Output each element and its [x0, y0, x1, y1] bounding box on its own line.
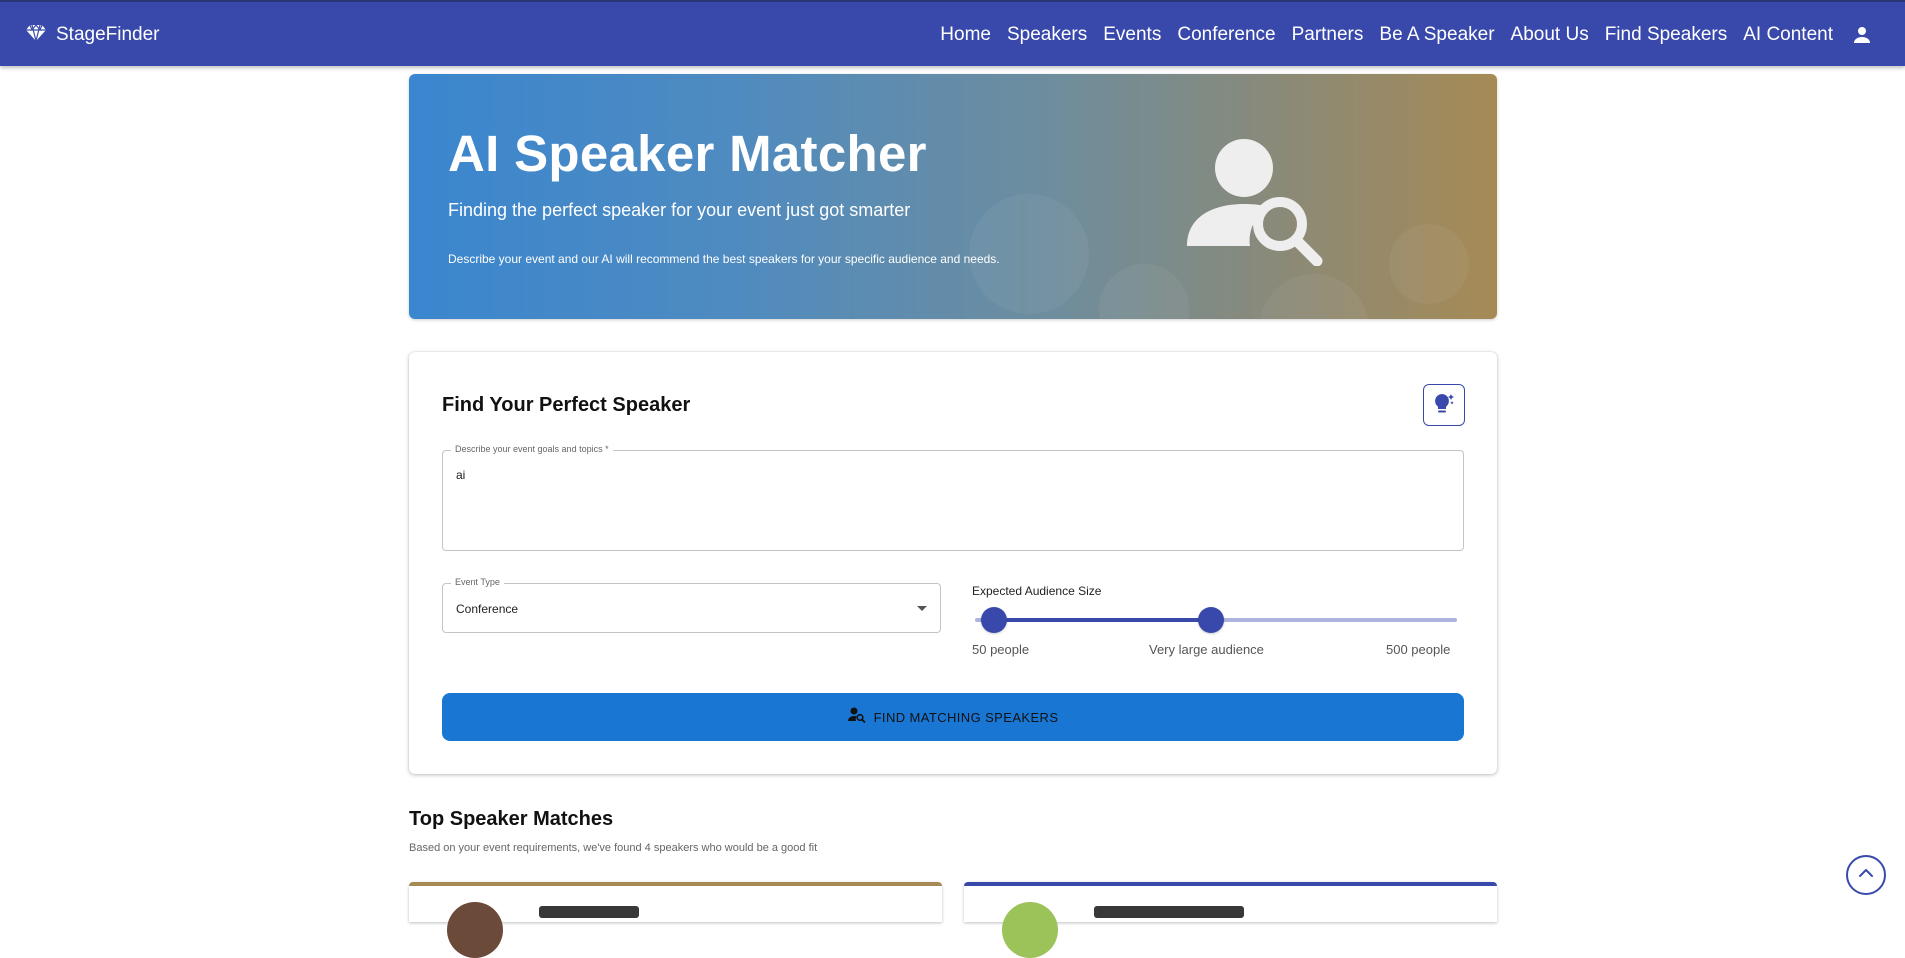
event-goals-value: ai — [456, 468, 466, 482]
ai-suggest-button[interactable] — [1423, 384, 1465, 426]
lightbulb-sparkle-icon — [1432, 391, 1456, 420]
card-accent — [409, 882, 942, 886]
event-type-value: Conference — [456, 602, 519, 616]
nav-conference[interactable]: Conference — [1177, 24, 1275, 46]
speaker-name — [1094, 906, 1244, 918]
event-type-select[interactable]: Event Type Conference — [442, 577, 941, 633]
slider-range-fill — [994, 618, 1212, 622]
hero-description: Describe your event and our AI will reco… — [448, 252, 1000, 266]
nav-speakers[interactable]: Speakers — [1007, 24, 1087, 46]
slider-thumb-min[interactable] — [981, 607, 1008, 633]
nav-about-us[interactable]: About Us — [1511, 24, 1589, 46]
speaker-card[interactable] — [409, 882, 942, 958]
audience-size-slider[interactable] — [975, 607, 1457, 633]
event-goals-field[interactable]: Describe your event goals and topics * a… — [442, 444, 1464, 551]
dropdown-arrow-icon — [917, 606, 927, 611]
hero-title: AI Speaker Matcher — [448, 125, 927, 182]
nav-be-a-speaker[interactable]: Be A Speaker — [1379, 24, 1494, 46]
slider-mark-min: 50 people — [972, 642, 1030, 657]
speaker-name — [539, 906, 639, 918]
slider-thumb-max[interactable] — [1198, 607, 1225, 633]
main-nav: Home Speakers Events Conference Partners… — [940, 2, 1875, 68]
nav-partners[interactable]: Partners — [1292, 24, 1364, 46]
person-search-icon — [1184, 136, 1329, 267]
nav-ai-content[interactable]: AI Content — [1743, 24, 1833, 46]
hero-subtitle: Finding the perfect speaker for your eve… — [448, 200, 911, 220]
avatar — [1002, 902, 1058, 958]
results-description: Based on your event requirements, we've … — [409, 842, 818, 854]
card-accent — [964, 882, 1497, 886]
audience-size-label: Expected Audience Size — [972, 584, 1102, 598]
nav-find-speakers[interactable]: Find Speakers — [1605, 24, 1728, 46]
brand-name: StageFinder — [56, 24, 160, 45]
speaker-card[interactable] — [964, 882, 1497, 958]
find-matching-speakers-label: FIND MATCHING SPEAKERS — [873, 709, 1059, 725]
results-title: Top Speaker Matches — [409, 808, 614, 830]
nav-events[interactable]: Events — [1103, 24, 1161, 46]
avatar — [447, 902, 503, 958]
event-type-label: Event Type — [451, 577, 504, 587]
hero-banner: AI Speaker Matcher Finding the perfect s… — [409, 74, 1497, 319]
event-goals-label: Describe your event goals and topics * — [451, 444, 613, 454]
find-matching-speakers-button[interactable]: FIND MATCHING SPEAKERS — [442, 693, 1464, 741]
brand-logo[interactable]: StageFinder — [26, 2, 160, 68]
scroll-to-top-button[interactable] — [1846, 855, 1886, 895]
person-icon[interactable] — [1849, 22, 1875, 48]
nav-home[interactable]: Home — [940, 24, 991, 46]
slider-mark-max: 500 people — [1386, 642, 1451, 657]
chevron-up-icon — [1858, 866, 1874, 884]
speaker-search-form: Find Your Perfect Speaker Describe your … — [409, 352, 1497, 774]
form-title: Find Your Perfect Speaker — [442, 394, 691, 416]
person-search-icon — [847, 707, 866, 728]
diamond-icon — [26, 23, 46, 47]
top-navbar: StageFinder Home Speakers Events Confere… — [0, 0, 1905, 66]
slider-mark-middle: Very large audience — [1149, 642, 1264, 657]
